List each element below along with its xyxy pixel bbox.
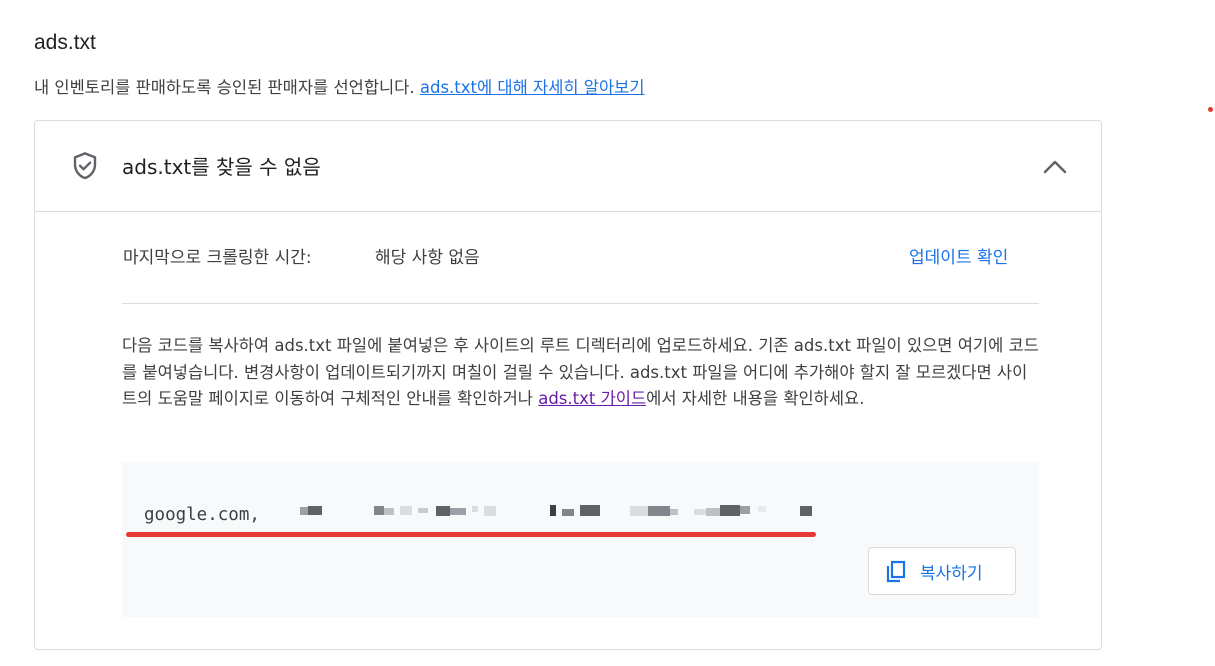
copy-icon — [886, 560, 906, 583]
page-title: ads.txt — [34, 31, 96, 54]
check-update-link[interactable]: 업데이트 확인 — [909, 243, 1008, 268]
code-snippet-box: google.com, 복사하기 — [122, 462, 1039, 617]
copy-button-label: 복사하기 — [920, 564, 983, 584]
shield-check-icon — [73, 152, 97, 180]
last-crawled-value: 해당 사항 없음 — [375, 248, 480, 268]
last-crawled-label: 마지막으로 크롤링한 시간: — [123, 248, 312, 268]
redacted-publisher-id — [300, 505, 812, 516]
description-text: 내 인벤토리를 판매하도록 승인된 판매자를 선언합니다. — [34, 78, 415, 97]
ads-txt-status-card: ads.txt를 찾을 수 없음 마지막으로 크롤링한 시간: 해당 사항 없음… — [34, 120, 1102, 650]
learn-more-link[interactable]: ads.txt에 대해 자세히 알아보기 — [420, 78, 645, 97]
ads-txt-guide-link[interactable]: ads.txt 가이드 — [538, 389, 646, 408]
instructions-suffix: 에서 자세한 내용을 확인하세요. — [646, 389, 865, 408]
card-header[interactable]: ads.txt를 찾을 수 없음 — [35, 121, 1101, 212]
code-text: google.com, — [144, 505, 260, 525]
red-underline-annotation — [126, 532, 816, 537]
instructions: 다음 코드를 복사하여 ads.txt 파일에 붙여넣은 후 사이트의 루트 디… — [122, 333, 1042, 413]
chevron-up-icon[interactable] — [1037, 151, 1073, 181]
divider — [122, 303, 1039, 304]
page-description: 내 인벤토리를 판매하도록 승인된 판매자를 선언합니다. ads.txt에 대… — [34, 74, 645, 98]
status-text: ads.txt를 찾을 수 없음 — [122, 155, 321, 179]
annotation-dot — [1208, 107, 1213, 112]
copy-button[interactable]: 복사하기 — [868, 547, 1016, 595]
